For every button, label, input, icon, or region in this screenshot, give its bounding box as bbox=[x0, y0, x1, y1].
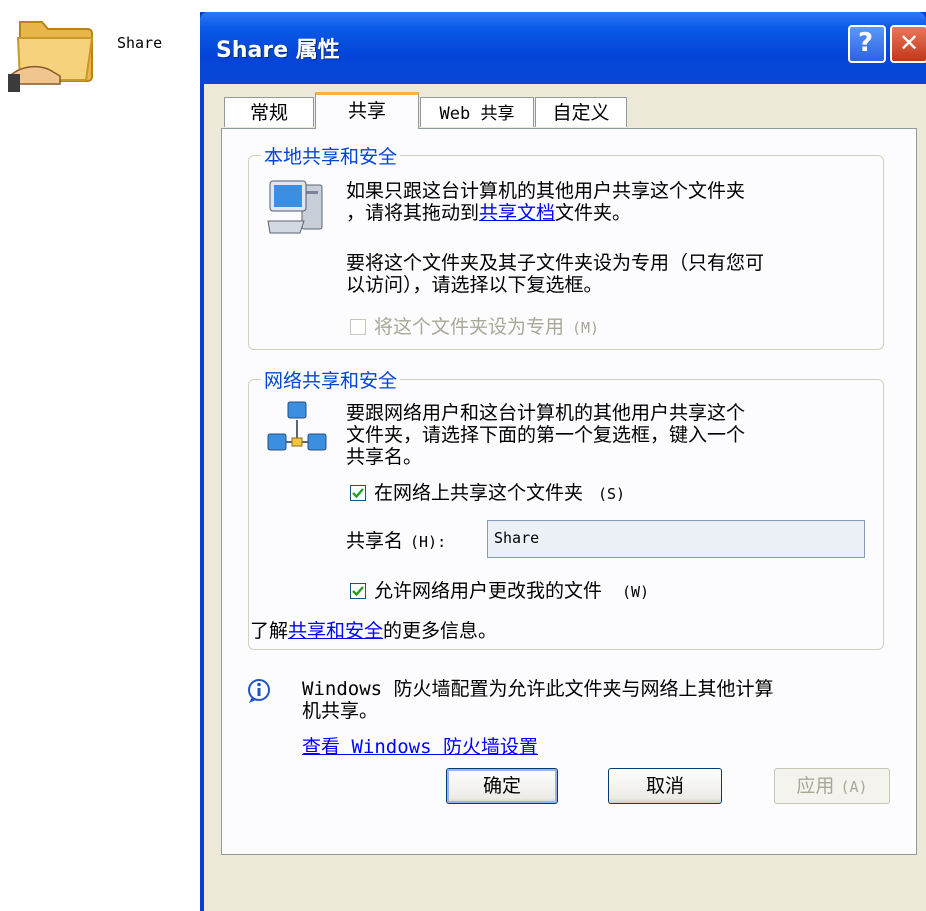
tab-label: 常规 bbox=[249, 102, 288, 124]
tab-general[interactable]: 常规 bbox=[224, 97, 314, 127]
help-button[interactable]: ? bbox=[848, 25, 886, 63]
local-description-prefix: ，请将其拖动到 bbox=[346, 202, 480, 224]
title-bar[interactable]: Share 属性 ? ✕ bbox=[200, 12, 926, 84]
local-description-line2: ，请将其拖动到共享文档文件夹。 bbox=[346, 202, 631, 224]
help-icon: ? bbox=[858, 28, 874, 58]
network-description-line2: 文件夹，请选择下面的第一个复选框，键入一个 bbox=[346, 424, 746, 446]
learn-more-line: 了解共享和安全的更多信息。 bbox=[250, 620, 497, 642]
checkmark-icon bbox=[352, 586, 364, 597]
private-description-line2: 以访问），请选择以下复选框。 bbox=[346, 274, 603, 296]
apply-label: 应用 bbox=[796, 775, 835, 797]
share-name-input[interactable]: Share bbox=[487, 520, 865, 558]
share-on-network-checkbox[interactable] bbox=[350, 485, 366, 501]
make-private-checkbox[interactable] bbox=[350, 319, 366, 335]
private-description-line1: 要将这个文件夹及其子文件夹设为专用（只有您可 bbox=[346, 252, 765, 274]
checkmark-icon bbox=[352, 488, 364, 499]
apply-button[interactable]: 应用 (A) bbox=[774, 768, 890, 804]
share-on-network-checkbox-row[interactable]: 在网络上共享这个文件夹 (S) bbox=[346, 482, 706, 504]
allow-change-label: 允许网络用户更改我的文件 bbox=[374, 580, 603, 602]
firewall-settings-link[interactable]: 查看 Windows 防火墙设置 bbox=[302, 736, 538, 758]
share-on-network-key: (S) bbox=[598, 485, 626, 503]
network-description-line1: 要跟网络用户和这台计算机的其他用户共享这个 bbox=[346, 402, 746, 424]
make-private-checkbox-row[interactable]: 将这个文件夹设为专用 (M) bbox=[346, 316, 706, 338]
share-name-key: (H): bbox=[410, 533, 447, 551]
allow-change-key: (W) bbox=[622, 583, 650, 601]
local-description-line1: 如果只跟这台计算机的其他用户共享这个文件夹 bbox=[346, 180, 746, 202]
allow-change-checkbox-row[interactable]: 允许网络用户更改我的文件 (W) bbox=[346, 580, 706, 602]
shared-documents-link[interactable]: 共享文档 bbox=[479, 202, 555, 224]
tab-label: 自定义 bbox=[552, 102, 610, 124]
learn-more-suffix: 的更多信息。 bbox=[383, 620, 498, 642]
learn-more-prefix: 了解 bbox=[250, 620, 289, 642]
local-sharing-legend: 本地共享和安全 bbox=[264, 146, 398, 168]
network-description-line3: 共享名。 bbox=[346, 446, 423, 468]
network-icon bbox=[266, 398, 328, 460]
make-private-key: (M) bbox=[572, 319, 600, 337]
sharing-security-link[interactable]: 共享和安全 bbox=[288, 620, 383, 642]
properties-dialog: Share 属性 ? ✕ 常规 共享 Web 共享 自定义 本地共享和安全 如果… bbox=[200, 12, 926, 911]
info-icon bbox=[246, 678, 272, 704]
apply-key: (A) bbox=[840, 778, 868, 796]
window-title: Share 属性 bbox=[216, 38, 340, 63]
computer-icon bbox=[266, 177, 328, 239]
firewall-info-line2: 机共享。 bbox=[302, 700, 379, 722]
shared-folder-desktop-icon[interactable] bbox=[8, 10, 100, 94]
share-on-network-label: 在网络上共享这个文件夹 bbox=[374, 482, 584, 504]
cancel-button[interactable]: 取消 bbox=[608, 768, 722, 804]
firewall-info-line1: Windows 防火墙配置为允许此文件夹与网络上其他计算 bbox=[302, 678, 774, 700]
tab-label: Web 共享 bbox=[439, 104, 515, 124]
make-private-label: 将这个文件夹设为专用 bbox=[374, 316, 565, 338]
ok-button[interactable]: 确定 bbox=[446, 768, 558, 804]
tab-sharing[interactable]: 共享 bbox=[315, 92, 419, 129]
tab-web-sharing[interactable]: Web 共享 bbox=[420, 97, 534, 127]
tab-label: 共享 bbox=[347, 100, 386, 122]
close-icon: ✕ bbox=[899, 29, 920, 57]
local-description-suffix: 文件夹。 bbox=[555, 202, 632, 224]
network-sharing-legend: 网络共享和安全 bbox=[264, 370, 398, 392]
shared-folder-label[interactable]: Share bbox=[117, 34, 162, 52]
allow-change-checkbox[interactable] bbox=[350, 583, 366, 599]
tab-customize[interactable]: 自定义 bbox=[535, 97, 627, 127]
share-name-label: 共享名 bbox=[346, 530, 404, 552]
close-button[interactable]: ✕ bbox=[890, 25, 926, 63]
